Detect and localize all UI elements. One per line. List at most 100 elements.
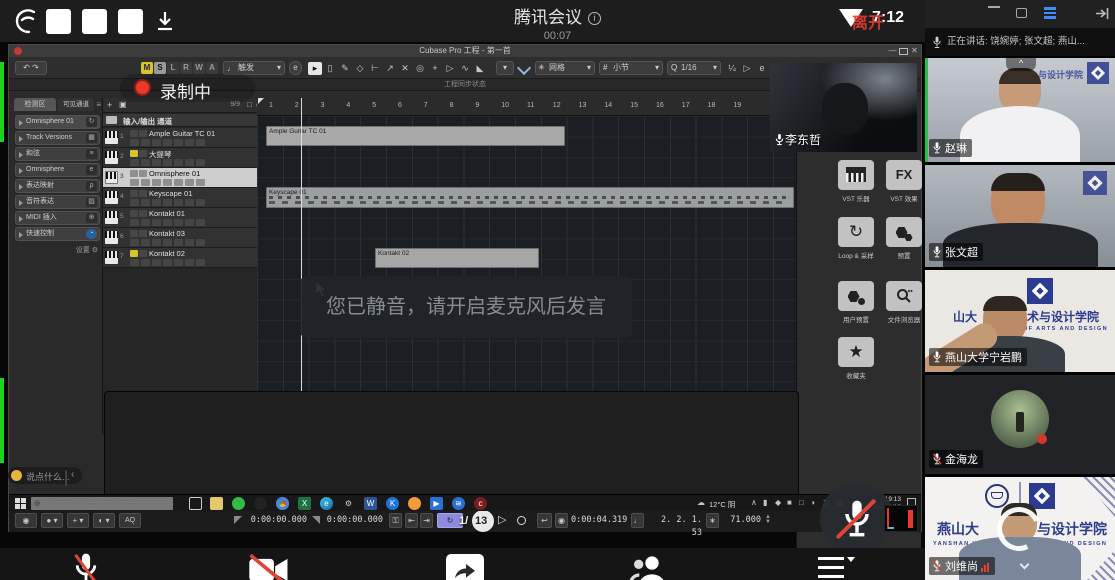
automation-s-button[interactable]: S [154, 62, 166, 74]
tray-wechat-icon[interactable]: ■ [787, 498, 792, 507]
info-icon[interactable]: i [588, 12, 601, 25]
vst-instruments-button[interactable] [838, 160, 874, 190]
read-button[interactable] [174, 199, 183, 206]
add-track-icon[interactable]: + [107, 100, 112, 110]
toolbar-more-button[interactable] [818, 555, 854, 580]
midi-clip[interactable]: Keyscape 01 [266, 187, 794, 208]
inspector-section-trackname[interactable]: Omnisphere 01↻ [15, 115, 100, 129]
tempo-stepper[interactable]: ▲▼ [765, 515, 771, 525]
record-arm-button[interactable] [130, 219, 139, 226]
track-row[interactable]: 2 大提琴 [103, 148, 266, 168]
participant-tile[interactable]: 金海龙 [925, 375, 1115, 474]
channel-edit-button[interactable] [152, 139, 161, 146]
time-format-icon[interactable]: ♩ [631, 513, 644, 528]
automation-a-button[interactable]: A [206, 62, 218, 74]
metronome-button[interactable]: ◉ [555, 513, 568, 528]
participant-tile[interactable]: 山大 术与设计学院 OF ARTS AND DESIGN 燕山大学宁岩鹏 [925, 270, 1115, 372]
inspector-section-midi-inserts[interactable]: MIDI 插入⊕ [15, 211, 100, 225]
browser-app-icon[interactable]: ≋ [452, 497, 465, 510]
instrument-edit-button[interactable] [163, 159, 172, 166]
presenter-video-overlay[interactable]: 李东哲 [770, 63, 917, 152]
solo-button[interactable] [139, 250, 147, 257]
channel-edit-button[interactable] [152, 259, 161, 266]
inspector-menu-icon[interactable]: ≡ [96, 100, 101, 109]
audio-clip[interactable]: Ample Guitar TC 01 [266, 126, 565, 146]
write-button[interactable] [185, 139, 194, 146]
play-button[interactable]: ▷ [498, 513, 506, 526]
cubase-titlebar[interactable]: Cubase Pro 工程 - 第一首 — ✕ [9, 45, 921, 57]
toolbar-camera-button[interactable] [248, 554, 294, 580]
track-row[interactable]: 1 Ample Guitar TC 01 [103, 128, 266, 148]
track-row[interactable]: 7 Kontakt 02 [103, 248, 266, 268]
qq-icon[interactable] [254, 497, 267, 510]
monitor-button[interactable] [141, 199, 150, 206]
transport-bars-beats[interactable]: 2. 2. 1. 53 [647, 514, 702, 527]
record-arm-button[interactable] [130, 139, 139, 146]
track-row[interactable]: 4 Keyscape 01 [103, 188, 266, 208]
instrument-edit-button[interactable] [163, 199, 172, 206]
maximize-icon[interactable] [899, 48, 908, 55]
automation-r-button[interactable]: R [180, 62, 192, 74]
glue-tool[interactable]: ◇ [353, 62, 367, 75]
record-arm-button[interactable] [130, 239, 139, 246]
freeze-button[interactable] [196, 179, 205, 186]
color-tool[interactable]: ◣ [473, 62, 487, 75]
midi-clip[interactable]: Kontakt 02 [375, 248, 539, 268]
write-button[interactable] [185, 239, 194, 246]
write-button[interactable] [185, 159, 194, 166]
instrument-edit-button[interactable] [163, 259, 172, 266]
mute-button[interactable] [130, 150, 138, 157]
solo-button[interactable] [139, 190, 147, 197]
record-button[interactable] [517, 516, 526, 525]
track-presets-icon[interactable]: ▣ [119, 100, 127, 109]
lock-icon[interactable]: ⚿ [389, 513, 402, 528]
automation-l-button[interactable]: L [167, 62, 179, 74]
track-row[interactable]: 5 Kontakt 01 [103, 208, 266, 228]
wechat-icon[interactable] [232, 497, 245, 510]
maximize-icon[interactable] [1016, 8, 1027, 18]
mute-button[interactable] [130, 130, 138, 137]
read-button[interactable] [174, 179, 183, 186]
tempo-value[interactable]: 71.000 [721, 514, 761, 527]
punch-out-button[interactable]: ⇥ [420, 513, 433, 528]
toolbar-participants-button[interactable] [628, 552, 672, 580]
collapse-chat-icon[interactable]: ‹ [71, 469, 74, 480]
channel-edit-button[interactable] [152, 219, 161, 226]
trigger-dropdown[interactable]: ♩ 触发 ▾ [223, 61, 285, 75]
write-button[interactable] [185, 259, 194, 266]
instrument-edit-button[interactable] [163, 139, 172, 146]
automation-w-button[interactable]: W [193, 62, 205, 74]
presets-button[interactable] [886, 217, 922, 247]
write-button[interactable] [185, 179, 194, 186]
write-button[interactable] [185, 199, 194, 206]
participant-tile[interactable]: 燕山大 与设计学院 YANSHAN UNIVERSITY OF ARTS AND… [925, 477, 1115, 580]
monitor-button[interactable] [141, 179, 150, 186]
undo-redo-group[interactable]: ↶ ↷ [15, 61, 47, 75]
track-row[interactable]: 6 Kontakt 03 [103, 228, 266, 248]
write-button[interactable] [185, 219, 194, 226]
redo-icon[interactable]: ↷ [32, 63, 39, 72]
timeline-ruler[interactable]: 12345678910111213141516171819 [257, 98, 796, 116]
mute-tool[interactable]: ✕ [398, 62, 412, 75]
cubase-taskbar-icon[interactable]: c [474, 497, 487, 510]
layout-menu-icon[interactable] [1044, 7, 1056, 19]
leave-button[interactable]: 离开 [852, 9, 884, 33]
punch-in-button[interactable]: ⇤ [405, 513, 418, 528]
erase-tool[interactable]: ⊢ [368, 62, 382, 75]
inspector-section-expression-map[interactable]: 表达映射ρ [15, 179, 100, 193]
toolbar-share-button[interactable] [446, 554, 484, 580]
snap-icon[interactable] [517, 61, 531, 75]
read-button[interactable] [174, 239, 183, 246]
constrain-delay-button[interactable]: ◉ [15, 513, 37, 528]
audition-icon[interactable]: ▷ [740, 62, 754, 75]
play-tool[interactable]: ▷ [443, 62, 457, 75]
tim-icon[interactable] [408, 497, 421, 510]
monitor-button[interactable] [141, 139, 150, 146]
user-presets-button[interactable] [838, 281, 874, 311]
tempo-icon[interactable]: ∗ [706, 513, 719, 528]
left-locator-time[interactable]: 0:00:00.000 [247, 514, 307, 527]
taskbar-search-input[interactable] [44, 498, 169, 507]
solo-button[interactable] [139, 130, 147, 137]
playhead[interactable] [301, 98, 302, 435]
vst-effects-button[interactable]: FX [886, 160, 922, 190]
